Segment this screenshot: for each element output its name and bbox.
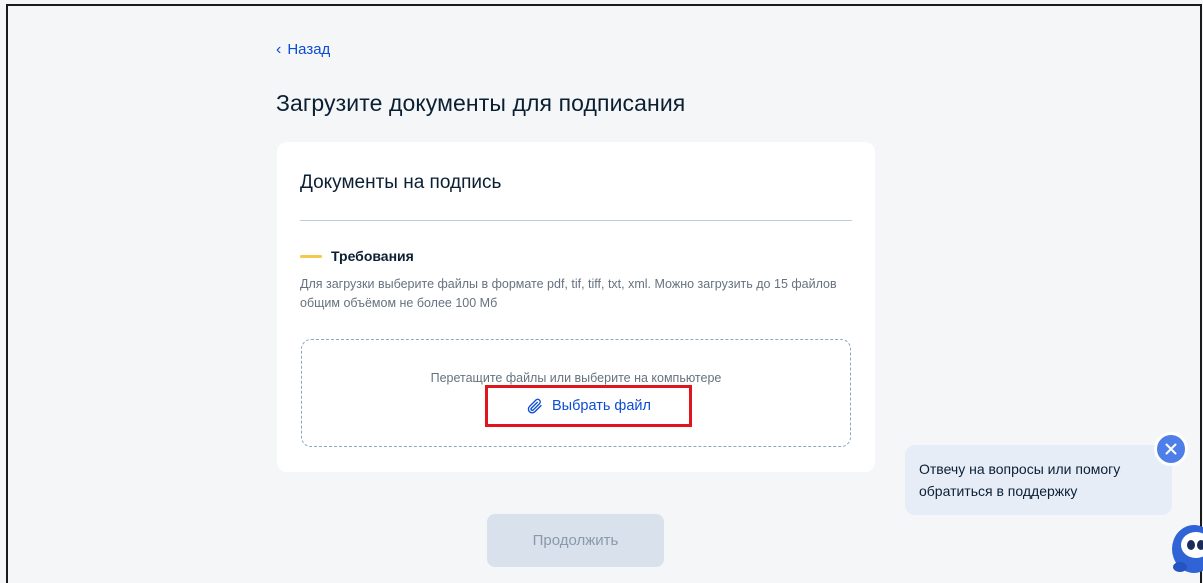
- card-title: Документы на подпись: [300, 172, 502, 193]
- back-link[interactable]: ‹ Назад: [276, 41, 330, 58]
- page-title: Загрузите документы для подписания: [276, 90, 686, 116]
- dropzone-hint: Перетащите файлы или выберите на компьют…: [430, 371, 722, 385]
- paperclip-icon: [527, 398, 542, 414]
- choose-file-button[interactable]: Выбрать файл: [485, 385, 692, 427]
- requirements-label: Требования: [331, 248, 414, 264]
- requirements-accent-bar: [300, 254, 322, 258]
- back-link-label: Назад: [287, 41, 331, 58]
- requirements-text: Для загрузки выберите файлы в формате pd…: [300, 277, 837, 310]
- chevron-left-icon: ‹: [276, 40, 282, 58]
- close-icon: [1165, 443, 1177, 455]
- card-divider: [300, 220, 852, 221]
- chat-assistant-bubble[interactable]: Отвечу на вопросы или помогу обратиться …: [905, 445, 1172, 515]
- continue-button[interactable]: Продолжить: [487, 514, 664, 567]
- choose-file-label: Выбрать файл: [552, 398, 651, 414]
- robot-mascot-icon[interactable]: [1168, 523, 1203, 583]
- chat-message: Отвечу на вопросы или помогу обратиться …: [919, 461, 1121, 499]
- chat-close-button[interactable]: [1154, 432, 1188, 466]
- file-dropzone[interactable]: Перетащите файлы или выберите на компьют…: [301, 339, 851, 447]
- documents-card: Документы на подпись Требования Для загр…: [277, 142, 875, 472]
- requirements-heading: Требования: [300, 248, 414, 264]
